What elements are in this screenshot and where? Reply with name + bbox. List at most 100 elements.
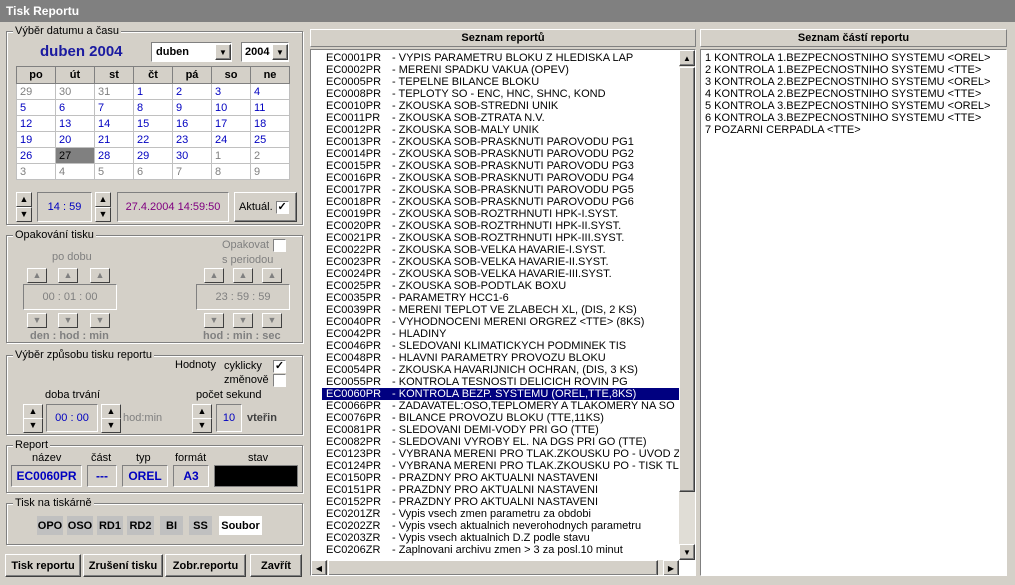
calendar-day[interactable]: 14 — [94, 115, 134, 132]
sekund-field[interactable]: 10 — [216, 404, 242, 432]
doba-min-up-icon[interactable]: ▲ — [101, 404, 121, 419]
calendar-day[interactable]: 3 — [211, 83, 251, 100]
report-item[interactable]: EC0020PR - ZKOUSKA SOB-ROZTRHNUTI HPK-II.… — [322, 220, 680, 232]
report-item[interactable]: EC0005PR - TEPELNE BILANCE BLOKU — [322, 76, 680, 88]
calendar-day[interactable]: 4 — [250, 83, 290, 100]
parts-list[interactable]: 1 KONTROLA 1.BEZPECNOSTNIHO SYSTEMU <ORE… — [700, 49, 1007, 576]
close-button[interactable]: Zavřít — [250, 554, 302, 577]
printer-rd1[interactable]: RD1 — [97, 516, 123, 535]
printer-file[interactable]: Soubor — [219, 516, 262, 535]
period-hour-down-icon[interactable]: ▼ — [204, 313, 224, 328]
report-item[interactable]: EC0124PR - VYBRANA MERENI PRO TLAK.ZKOUSK… — [322, 460, 693, 472]
report-item[interactable]: EC0076PR - BILANCE PROVOZU BLOKU (TTE,11K… — [322, 412, 680, 424]
report-item[interactable]: EC0123PR - VYBRANA MERENI PRO TLAK.ZKOUSK… — [322, 448, 695, 460]
calendar-day[interactable]: 18 — [250, 115, 290, 132]
calendar-day[interactable]: 3 — [16, 163, 56, 180]
report-item[interactable]: EC0060PR - KONTROLA BEZP. SYSTEMU (OREL,T… — [322, 388, 680, 400]
calendar-day[interactable]: 17 — [211, 115, 251, 132]
calendar-day[interactable]: 7 — [94, 99, 134, 116]
calendar-day[interactable]: 10 — [211, 99, 251, 116]
report-item[interactable]: EC0206ZR - Zaplnovani archivu zmen > 3 za… — [322, 544, 680, 556]
part-item[interactable]: 5 KONTROLA 3.BEZPECNOSTNIHO SYSTEMU <ORE… — [703, 100, 990, 112]
cancel-print-button[interactable]: Zrušení tisku — [83, 554, 163, 577]
report-item[interactable]: EC0016PR - ZKOUSKA SOB-PRASKNUTI PAROVODU… — [322, 172, 680, 184]
year-select[interactable]: 2004 ▼ — [241, 42, 289, 62]
calendar-day[interactable]: 1 — [133, 83, 173, 100]
calendar-day[interactable]: 29 — [133, 147, 173, 164]
period-hour-up-icon[interactable]: ▲ — [204, 268, 224, 283]
report-item[interactable]: EC0022PR - ZKOUSKA SOB-VELKA HAVARIE-I.SY… — [322, 244, 680, 256]
chevron-down-icon[interactable]: ▼ — [215, 44, 231, 60]
aktual-button[interactable]: Aktuál. ✓ — [234, 192, 297, 222]
scroll-up-icon[interactable]: ▲ — [679, 50, 695, 66]
aktual-checkbox[interactable]: ✓ — [275, 200, 289, 214]
calendar-day[interactable]: 1 — [211, 147, 251, 164]
min-down-icon[interactable]: ▼ — [90, 313, 110, 328]
calendar-day[interactable]: 9 — [172, 99, 212, 116]
calendar-day[interactable]: 25 — [250, 131, 290, 148]
period-sec-down-icon[interactable]: ▼ — [262, 313, 282, 328]
calendar-day[interactable]: 5 — [16, 99, 56, 116]
printer-bi[interactable]: BI — [160, 516, 183, 535]
chevron-down-icon[interactable]: ▼ — [272, 44, 288, 60]
calendar-day[interactable]: 9 — [250, 163, 290, 180]
hscroll-thumb[interactable] — [328, 560, 658, 575]
day-down-icon[interactable]: ▼ — [27, 313, 47, 328]
calendar-day[interactable]: 30 — [55, 83, 95, 100]
printer-oso[interactable]: OSO — [67, 516, 93, 535]
report-item[interactable]: EC0025PR - ZKOUSKA SOB-PODTLAK BOXU — [322, 280, 680, 292]
part-item[interactable]: 7 POZARNI CERPADLA <TTE> — [703, 124, 990, 136]
duration-field[interactable]: 00 : 01 : 00 — [23, 284, 117, 310]
hour-down-icon[interactable]: ▼ — [58, 313, 78, 328]
report-item[interactable]: EC0035PR - PARAMETRY HCC1-6 — [322, 292, 680, 304]
printer-opo[interactable]: OPO — [37, 516, 63, 535]
calendar-day[interactable]: 7 — [172, 163, 212, 180]
calendar-day[interactable]: 22 — [133, 131, 173, 148]
part-item[interactable]: 4 KONTROLA 2.BEZPECNOSTNIHO SYSTEMU <TTE… — [703, 88, 990, 100]
calendar-day[interactable]: 8 — [211, 163, 251, 180]
period-sec-up-icon[interactable]: ▲ — [262, 268, 282, 283]
calendar-day[interactable]: 27 — [55, 147, 95, 164]
report-item[interactable]: EC0014PR - ZKOUSKA SOB-PRASKNUTI PAROVODU… — [322, 148, 680, 160]
calendar-day[interactable]: 6 — [133, 163, 173, 180]
report-item[interactable]: EC0001PR - VYPIS PARAMETRU BLOKU Z HLEDIS… — [322, 52, 680, 64]
cyklicky-checkbox[interactable]: ✓ — [273, 360, 286, 373]
scroll-right-icon[interactable]: ▶ — [663, 560, 679, 575]
report-item[interactable]: EC0023PR - ZKOUSKA SOB-VELKA HAVARIE-II.S… — [322, 256, 680, 268]
calendar-day[interactable]: 8 — [133, 99, 173, 116]
report-item[interactable]: EC0015PR - ZKOUSKA SOB-PRASKNUTI PAROVODU… — [322, 160, 680, 172]
doba-hour-down-icon[interactable]: ▼ — [23, 418, 43, 433]
reports-list[interactable]: EC0001PR - VYPIS PARAMETRU BLOKU Z HLEDIS… — [310, 49, 696, 576]
report-item[interactable]: EC0017PR - ZKOUSKA SOB-PRASKNUTI PAROVODU… — [322, 184, 680, 196]
report-item[interactable]: EC0008PR - TEPLOTY SO - ENC, HNC, SHNC, K… — [322, 88, 680, 100]
report-item[interactable]: EC0202ZR - Vypis vsech aktualnich neveroh… — [322, 520, 680, 532]
sekund-down-icon[interactable]: ▼ — [192, 418, 212, 433]
calendar-day[interactable]: 20 — [55, 131, 95, 148]
report-item[interactable]: EC0002PR - MERENI SPADKU VAKUA (OPEV) — [322, 64, 680, 76]
period-field[interactable]: 23 : 59 : 59 — [196, 284, 290, 310]
part-item[interactable]: 3 KONTROLA 2.BEZPECNOSTNIHO SYSTEMU <ORE… — [703, 76, 990, 88]
scroll-down-icon[interactable]: ▼ — [679, 544, 695, 560]
calendar-day[interactable]: 24 — [211, 131, 251, 148]
print-report-button[interactable]: Tisk reportu — [5, 554, 81, 577]
printer-rd2[interactable]: RD2 — [127, 516, 154, 535]
calendar-day[interactable]: 2 — [172, 83, 212, 100]
day-up-icon[interactable]: ▲ — [27, 268, 47, 283]
month-select[interactable]: duben ▼ — [151, 42, 232, 62]
sekund-up-icon[interactable]: ▲ — [192, 404, 212, 419]
report-item[interactable]: EC0040PR - VYHODNOCENI MERENI ORGREZ <TTE… — [322, 316, 680, 328]
report-item[interactable]: EC0021PR - ZKOUSKA SOB-ROZTRHNUTI HPK-III… — [322, 232, 680, 244]
part-item[interactable]: 2 KONTROLA 1.BEZPECNOSTNIHO SYSTEMU <TTE… — [703, 64, 990, 76]
calendar-day[interactable]: 2 — [250, 147, 290, 164]
calendar-day[interactable]: 13 — [55, 115, 95, 132]
hour-up-icon[interactable]: ▲ — [58, 268, 78, 283]
report-item[interactable]: EC0082PR - SLEDOVANI VYROBY EL. NA DGS PR… — [322, 436, 680, 448]
doba-hour-up-icon[interactable]: ▲ — [23, 404, 43, 419]
report-item[interactable]: EC0010PR - ZKOUSKA SOB-STREDNI UNIK — [322, 100, 680, 112]
period-min-up-icon[interactable]: ▲ — [233, 268, 253, 283]
opakovat-checkbox[interactable] — [273, 239, 286, 252]
doba-field[interactable]: 00 : 00 — [46, 404, 98, 432]
calendar-day[interactable]: 16 — [172, 115, 212, 132]
calendar-day[interactable]: 28 — [94, 147, 134, 164]
reports-hscroll[interactable]: ◀ ▶ — [311, 560, 679, 575]
